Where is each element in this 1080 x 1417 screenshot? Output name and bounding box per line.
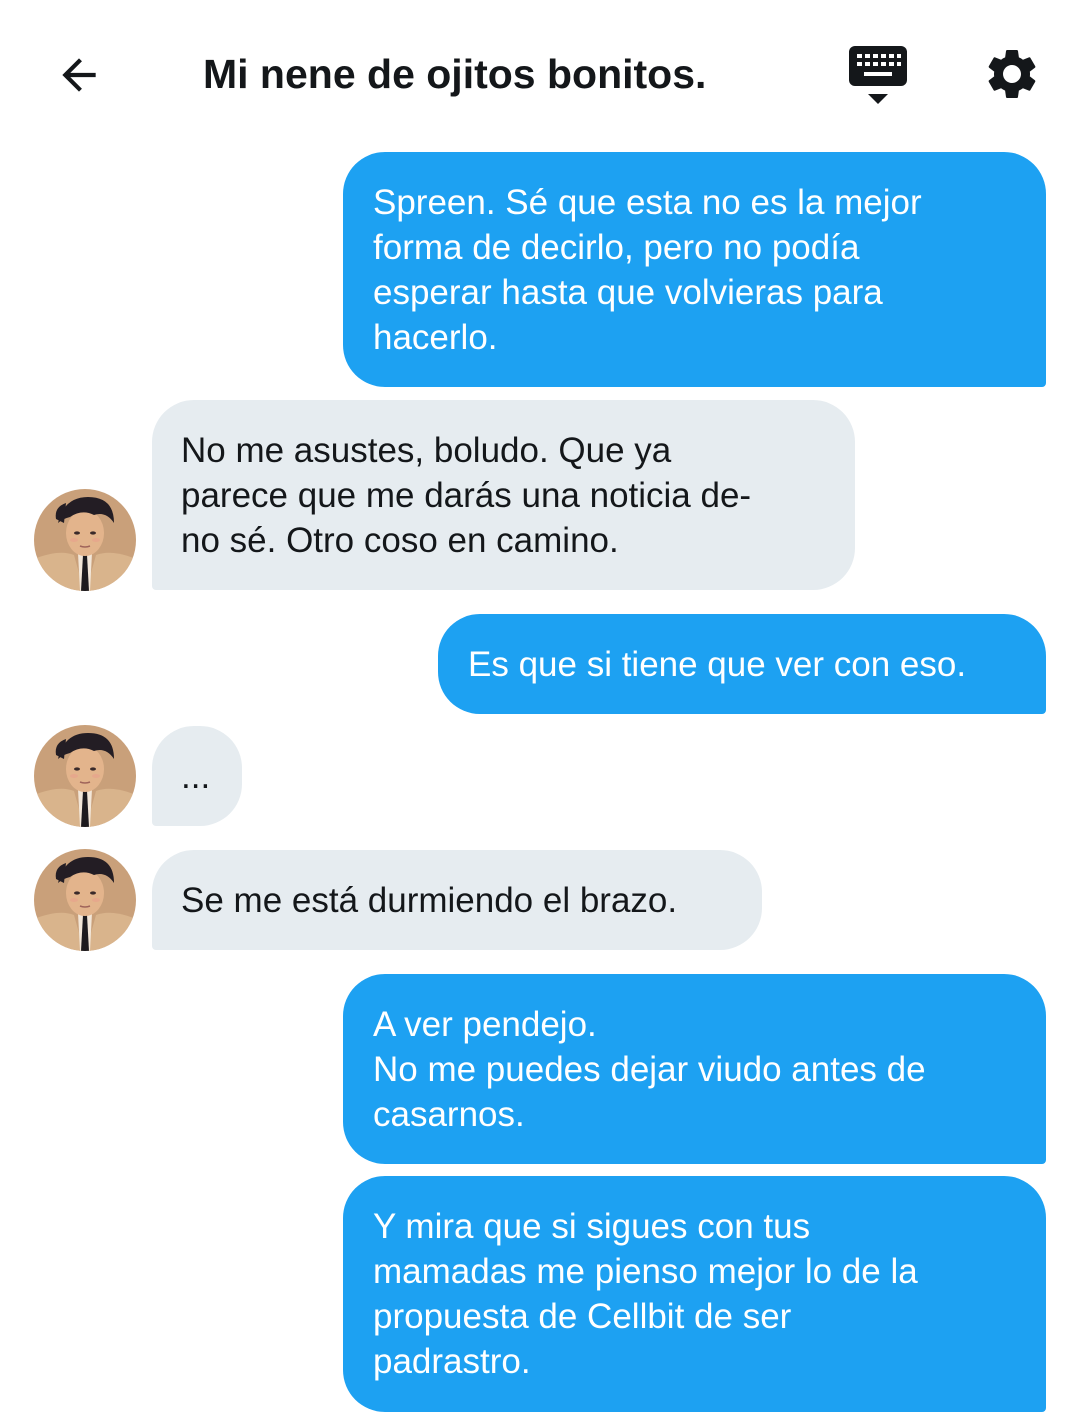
contact-avatar[interactable]: [34, 849, 136, 951]
contact-avatar[interactable]: [34, 725, 136, 827]
back-button[interactable]: [50, 46, 108, 104]
conversation-title: Mi nene de ojitos bonitos.: [203, 51, 707, 97]
message-bubble-sent[interactable]: A ver pendejo. No me puedes dejar viudo …: [343, 974, 1046, 1164]
keyboard-icon: [849, 46, 907, 104]
message-bubble-sent[interactable]: Y mira que si sigues con tus mamadas me …: [343, 1176, 1046, 1412]
message-bubble-sent[interactable]: Es que si tiene que ver con eso.: [438, 614, 1046, 714]
keyboard-button[interactable]: [846, 44, 910, 108]
arrow-left-icon: [62, 58, 96, 92]
contact-avatar[interactable]: [34, 489, 136, 591]
message-bubble-received[interactable]: ...: [152, 726, 242, 826]
chat-header: Mi nene de ojitos bonitos.: [0, 0, 1080, 140]
message-bubble-received[interactable]: Se me está durmiendo el brazo.: [152, 850, 762, 950]
settings-button[interactable]: [982, 44, 1042, 104]
message-bubble-received[interactable]: No me asustes, boludo. Que ya parece que…: [152, 400, 855, 590]
message-bubble-sent[interactable]: Spreen. Sé que esta no es la mejor forma…: [343, 152, 1046, 387]
gear-icon: [988, 49, 1036, 98]
